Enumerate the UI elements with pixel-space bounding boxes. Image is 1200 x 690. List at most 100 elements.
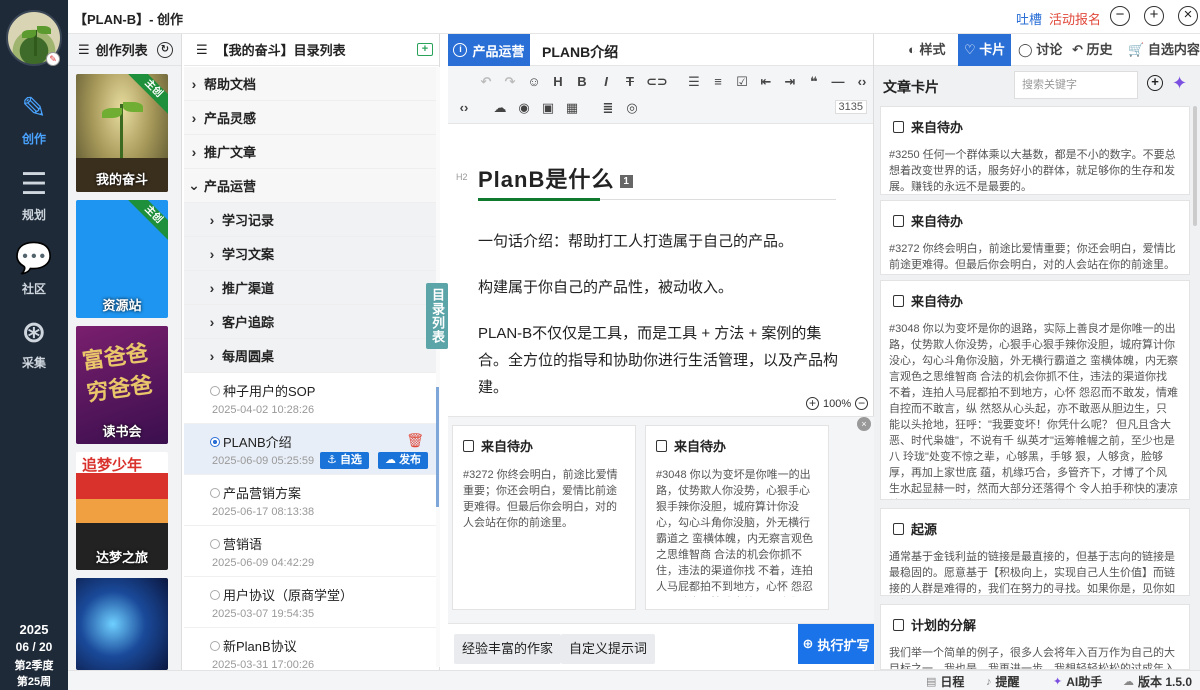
custom-prompt-button[interactable]: 自定义提示词	[561, 634, 656, 664]
refresh-icon[interactable]: ↻	[157, 41, 173, 58]
doc-item[interactable]: 营销语 2025-06-09 04:42:29	[184, 526, 436, 577]
editor-content[interactable]: H2 PlanB是什么 1 一句话介绍：帮助打工人打造属于自己的产品。 构建属于你…	[448, 124, 868, 398]
italic-icon[interactable]: I	[598, 74, 614, 90]
table-icon[interactable]: ▦	[564, 100, 580, 116]
toc-toggle-tab[interactable]: 目录列表	[426, 283, 448, 349]
maximize-button[interactable]: +	[1144, 6, 1164, 26]
prompt-preset-button[interactable]: 经验丰富的作家	[454, 634, 562, 664]
subfolder-item[interactable]: › 学习文案	[184, 237, 436, 271]
folder-item[interactable]: › 产品灵感	[184, 101, 436, 135]
strikethrough-icon[interactable]: T	[622, 74, 638, 90]
zoom-out-icon[interactable]: −	[855, 397, 869, 410]
folder-item[interactable]: ⌄ 产品运营	[184, 169, 436, 203]
divider-icon[interactable]: —	[830, 74, 846, 90]
doc-title-tab[interactable]: PLANB介绍	[542, 42, 618, 62]
bold-icon[interactable]: B	[574, 74, 590, 90]
remind-button[interactable]: ♪ 提醒	[986, 673, 1020, 690]
camera-icon[interactable]: ◉	[516, 100, 532, 116]
work-card[interactable]: 追梦少年 达梦之旅	[76, 452, 168, 570]
event-link[interactable]: 活动报名	[1049, 9, 1101, 28]
doc-item[interactable]: 产品营销方案 2025-06-17 08:13:38	[184, 475, 436, 526]
chevron-right-icon: ›	[209, 211, 215, 228]
schedule-button[interactable]: ▤ 日程	[926, 673, 964, 690]
bullet-list-icon[interactable]: ☰	[686, 74, 702, 90]
work-card[interactable]: 主创 资源站	[76, 200, 168, 318]
code-block-icon[interactable]: ‹›	[456, 100, 472, 116]
folder-item[interactable]: › 帮助文档	[184, 67, 436, 101]
ordered-list-icon[interactable]: ≡	[710, 74, 726, 90]
suggestion-card[interactable]: 来自待办 #3272 你终会明白，前途比爱情重要；你还会明白，爱情比前途更难得。…	[452, 425, 636, 610]
editor-panel: i 产品运营 PLANB介绍 ↶ ↷ ☺ H B I T ⊂⊃ ☰ ≡ ☑ ⇤ ⇥…	[448, 34, 874, 671]
tab-cards[interactable]: ♡ 卡片	[958, 34, 1012, 66]
select-button[interactable]: ⚓ 自选	[320, 452, 369, 469]
minimize-button[interactable]: −	[1110, 6, 1130, 26]
quote-icon[interactable]: ❝	[806, 74, 822, 90]
indent-icon[interactable]: ⇥	[782, 74, 798, 90]
subfolder-item[interactable]: › 客户追踪	[184, 305, 436, 339]
tab-selected-content[interactable]: 🛒 自选内容	[1128, 34, 1200, 66]
checkbox-icon[interactable]: ☑	[734, 74, 750, 90]
play-icon: ⊕	[802, 636, 814, 651]
work-card[interactable]	[76, 578, 168, 670]
article-card[interactable]: 起源 通常基于金钱利益的链接是最直接的，但基于志向的链接是最稳固的。愿意基于【积…	[880, 508, 1190, 596]
publish-button[interactable]: ☁ 发布	[378, 452, 429, 469]
nav-item-plan[interactable]: ☰ 规划	[0, 168, 68, 223]
undo-icon[interactable]: ↶	[478, 74, 494, 90]
nav-item-label: 规划	[21, 208, 46, 222]
feedback-link[interactable]: 吐槽	[1016, 9, 1042, 28]
nav-item-create[interactable]: ✎ 创作	[0, 92, 68, 147]
tab-style[interactable]: ◐ 样式	[908, 34, 946, 66]
ai-sparkle-icon[interactable]: ✦	[1172, 73, 1187, 94]
align-icon[interactable]: ≣	[600, 100, 616, 116]
work-card[interactable]: 主创 我的奋斗	[76, 74, 168, 192]
suggestion-card[interactable]: 来自待办 #3048 你以为变坏是你唯一的出路，仗势欺人你没势，心狠手心狠手辣你…	[645, 425, 829, 610]
work-card[interactable]: 富爸爸 穷爸爸 读书会	[76, 326, 168, 444]
add-card-icon[interactable]: +	[1147, 75, 1163, 91]
upload-icon[interactable]: ☁	[492, 100, 508, 116]
main-nav: ✎ ✎ 创作 ☰ 规划 💬 社区 ⊛ 采集 2025 06 / 20 第2季度 …	[0, 0, 68, 690]
article-card[interactable]: 来自待办 #3250 任何一个群体乘以大基数，都是不小的数字。不要总想着改变世界…	[880, 106, 1190, 195]
link-icon[interactable]: ⊂⊃	[646, 74, 668, 90]
image-icon[interactable]: ▣	[540, 100, 556, 116]
status-label: AI助手	[1066, 675, 1103, 689]
doc-item[interactable]: PLANB介绍 2025-06-09 05:25:59 🗑 ⚓ 自选 ☁ 发布	[184, 424, 436, 475]
preview-icon[interactable]: ◎	[624, 100, 640, 116]
subfolder-item[interactable]: › 每周圆桌	[184, 339, 436, 373]
version-button[interactable]: ☁ 版本 1.5.0	[1123, 673, 1192, 690]
doc-item[interactable]: 用户协议（原商学堂） 2025-03-07 19:54:35	[184, 577, 436, 628]
run-expand-button[interactable]: ⊕ 执行扩写	[798, 624, 874, 664]
ai-assistant-button[interactable]: ✦ AI助手	[1053, 673, 1102, 690]
tab-category[interactable]: i 产品运营	[448, 34, 530, 66]
code-inline-icon[interactable]: ‹›	[854, 74, 870, 90]
heading-icon[interactable]: H	[550, 74, 566, 90]
folder-item[interactable]: › 推广文章	[184, 135, 436, 169]
edit-avatar-icon[interactable]: ✎	[46, 52, 60, 66]
outdent-icon[interactable]: ⇤	[758, 74, 774, 90]
toc-scrollbar[interactable]	[436, 67, 440, 667]
folder-label: 推广文章	[204, 145, 257, 160]
redo-icon[interactable]: ↷	[502, 74, 518, 90]
close-button[interactable]: ×	[1178, 6, 1198, 26]
cards-scrollbar[interactable]	[1192, 106, 1198, 666]
subfolder-item[interactable]: › 学习记录	[184, 203, 436, 237]
zoom-level: 100%	[823, 397, 852, 410]
add-folder-icon[interactable]: +	[417, 43, 433, 56]
nav-item-community[interactable]: 💬 社区	[0, 242, 68, 297]
article-card[interactable]: 计划的分解 我们举一个简单的例子，很多人会将年入百万作为自己的大目标之一，我也是…	[880, 604, 1190, 670]
zoom-in-icon[interactable]: +	[806, 397, 819, 410]
card-body: #3048 你以为变坏是你唯一的出路，仗势欺人你没势，心狠手心狠手辣你没胆，城府…	[656, 469, 814, 593]
subfolder-item[interactable]: › 推广渠道	[184, 271, 436, 305]
close-icon[interactable]: ×	[857, 417, 871, 431]
emoji-icon[interactable]: ☺	[526, 74, 542, 90]
tab-history[interactable]: ↶ 历史	[1072, 34, 1113, 66]
doc-item[interactable]: 种子用户的SOP 2025-04-02 10:28:26	[184, 373, 436, 424]
publish-label: 发布	[399, 454, 422, 466]
article-card[interactable]: 来自待办 #3272 你终会明白，前途比爱情重要；你还会明白，爱情比前途更难得。…	[880, 200, 1190, 275]
trash-icon[interactable]: 🗑	[406, 432, 424, 449]
works-title: 创作列表	[95, 43, 148, 58]
nav-item-collect[interactable]: ⊛ 采集	[0, 316, 68, 371]
article-card[interactable]: 来自待办 #3048 你以为变坏是你的退路，实际上善良才是你唯一的出路，仗势欺人…	[880, 280, 1190, 500]
tab-discuss[interactable]: ◯ 讨论	[1018, 34, 1062, 66]
search-input[interactable]: 搜索关键字	[1014, 71, 1138, 99]
lock-icon	[893, 120, 904, 133]
